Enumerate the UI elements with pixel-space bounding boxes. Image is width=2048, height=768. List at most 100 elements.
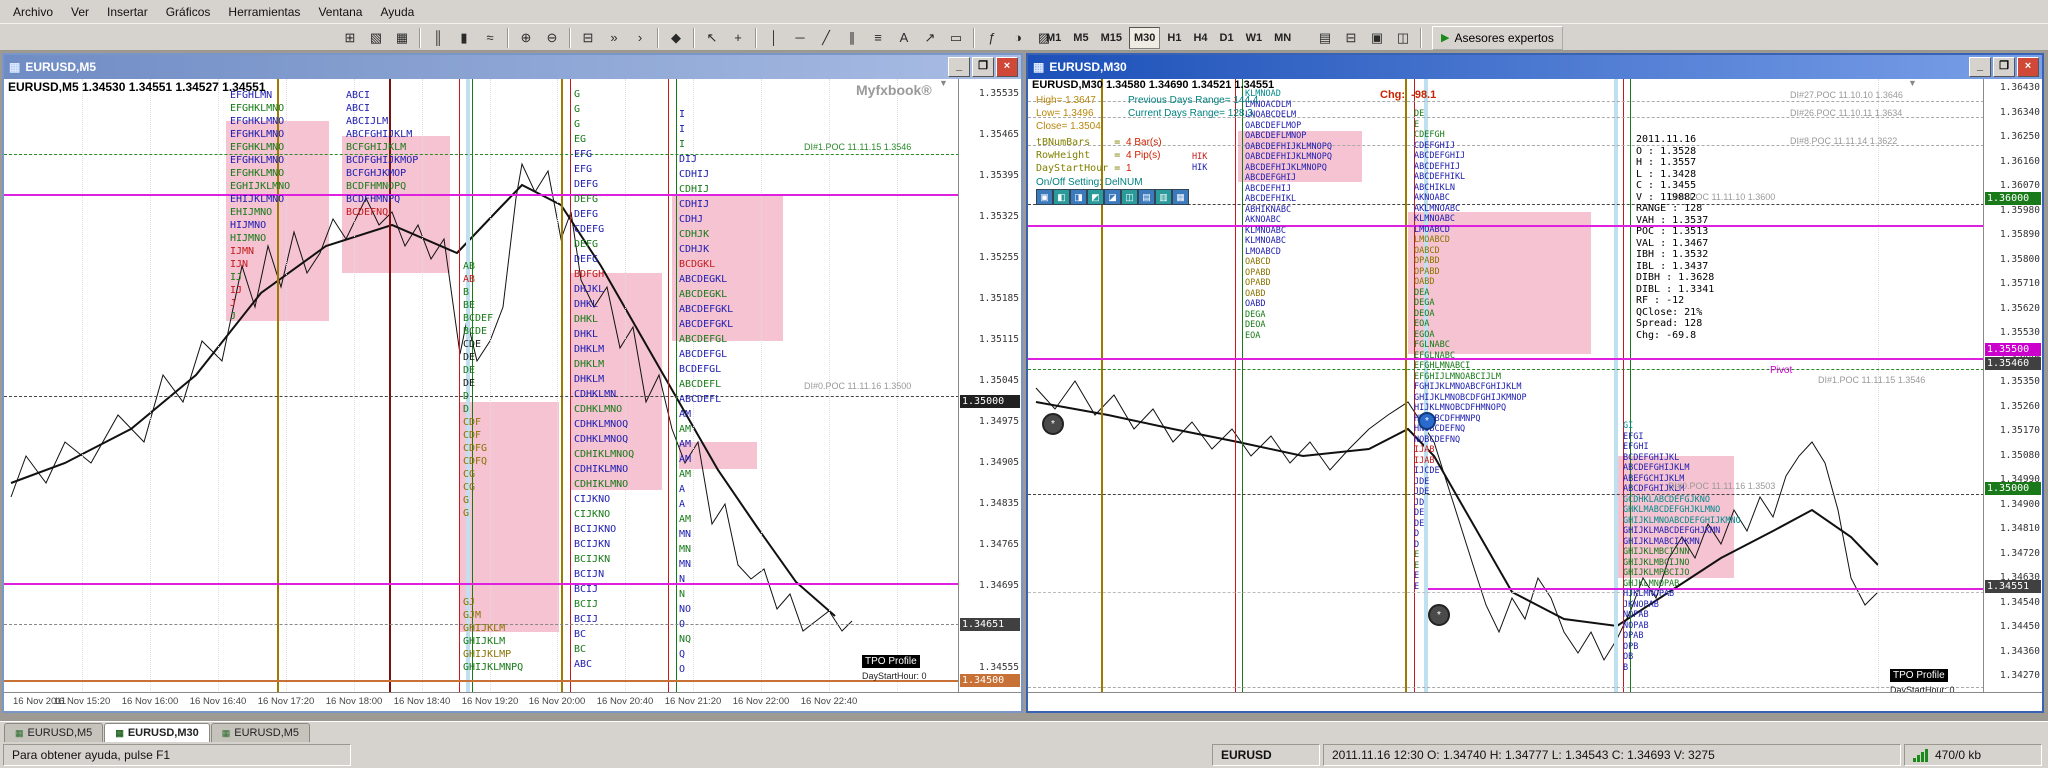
- time-axis[interactable]: 16 Nov 201116 Nov 15:2016 Nov 16:0016 No…: [4, 692, 1021, 711]
- minimize-button[interactable]: _: [1969, 57, 1991, 77]
- timeframe-m30-button[interactable]: M30: [1129, 27, 1160, 49]
- auto-scroll-icon[interactable]: »: [602, 27, 626, 49]
- tpo-row: AM: [679, 455, 691, 465]
- window-titlebar[interactable]: ▦ EURUSD,M30 _ ❒ ×: [1028, 55, 2042, 79]
- setting-daystarthour-value: 1: [1126, 163, 1132, 174]
- data-window-icon[interactable]: ▤: [1313, 27, 1337, 49]
- menu-archivo[interactable]: Archivo: [4, 2, 62, 22]
- menu-grficos[interactable]: Gráficos: [157, 2, 220, 22]
- charts-grid-icon[interactable]: ▦: [390, 27, 414, 49]
- text-tool-icon[interactable]: A: [892, 27, 916, 49]
- line-chart-icon[interactable]: ≈: [478, 27, 502, 49]
- tpo-row: ABCI: [346, 91, 370, 101]
- horizontal-line-tool-icon[interactable]: ─: [788, 27, 812, 49]
- time-axis-label: 16 Nov 15:20: [54, 696, 111, 707]
- periods-icon[interactable]: ◑: [1006, 27, 1030, 49]
- menu-insertar[interactable]: Insertar: [98, 2, 157, 22]
- menu-ver[interactable]: Ver: [62, 2, 98, 22]
- tab-eurusd-m5[interactable]: ▦EURUSD,M5: [4, 723, 103, 742]
- level-hline[interactable]: [1428, 588, 1984, 590]
- tile-windows-icon[interactable]: ⊟: [576, 27, 600, 49]
- crosshair-icon[interactable]: +: [726, 27, 750, 49]
- onoff-toggle-icon[interactable]: ◫: [1121, 189, 1138, 205]
- time-axis[interactable]: [1028, 692, 2042, 711]
- strategy-tester-icon[interactable]: ◫: [1391, 27, 1415, 49]
- profiles-icon[interactable]: ▧: [364, 27, 388, 49]
- level-hline[interactable]: [4, 680, 959, 682]
- chart-plot-area[interactable]: EFGHLMNEFGHKLMNOEFGHKLMNOEFGHKLMNOEFGHKL…: [4, 79, 959, 693]
- level-hline[interactable]: [4, 583, 959, 585]
- minimize-button[interactable]: _: [948, 57, 970, 77]
- level-hline[interactable]: [1028, 358, 1984, 360]
- grid-vline: [625, 79, 626, 693]
- menu-herramientas[interactable]: Herramientas: [219, 2, 309, 22]
- timeframe-m1-button[interactable]: M1: [1041, 27, 1066, 49]
- navigator-icon[interactable]: ⊟: [1339, 27, 1363, 49]
- onoff-toggle-icon[interactable]: ▦: [1172, 189, 1189, 205]
- script-button-icon[interactable]: *: [1042, 413, 1064, 435]
- session-vline[interactable]: [1405, 79, 1407, 693]
- tpo-row: CDEFG: [574, 225, 604, 235]
- terminal-icon[interactable]: ▣: [1365, 27, 1389, 49]
- fibonacci-tool-icon[interactable]: ≡: [866, 27, 890, 49]
- timeframe-h1-button[interactable]: H1: [1162, 27, 1186, 49]
- tpo-row: J: [230, 312, 236, 322]
- zoom-out-icon[interactable]: ⊖: [540, 27, 564, 49]
- channel-tool-icon[interactable]: ∥: [840, 27, 864, 49]
- timeframe-d1-button[interactable]: D1: [1215, 27, 1239, 49]
- script-button-blue-icon[interactable]: *: [1418, 412, 1436, 430]
- restore-button[interactable]: ❒: [972, 57, 994, 77]
- level-hline[interactable]: [4, 194, 959, 196]
- close-button[interactable]: ×: [2017, 57, 2039, 77]
- new-chart-icon[interactable]: ⊞: [338, 27, 362, 49]
- timeframe-h4-button[interactable]: H4: [1188, 27, 1212, 49]
- tpo-row: DE: [463, 379, 475, 389]
- tab-eurusd-m30[interactable]: ▦EURUSD,M30: [104, 723, 209, 742]
- tpo-row: MN: [679, 545, 691, 555]
- timeframe-m15-button[interactable]: M15: [1096, 27, 1127, 49]
- indicators-icon[interactable]: ƒ: [980, 27, 1004, 49]
- price-scale-label: 1.34360: [2000, 646, 2040, 657]
- tpo-row: ABCDEFGKL: [679, 320, 733, 330]
- chart-shift-icon[interactable]: ›: [628, 27, 652, 49]
- chart-window-eurusd-m30[interactable]: ▦ EURUSD,M30 _ ❒ × HIKHIKKLMNOADLMNOACDL…: [1026, 53, 2044, 713]
- new-order-icon[interactable]: ◆: [664, 27, 688, 49]
- onoff-toggle-icon[interactable]: ◩: [1087, 189, 1104, 205]
- price-scale[interactable]: 1.355351.354651.353951.353251.352551.351…: [958, 79, 1021, 693]
- expert-advisors-button[interactable]: ▶Asesores expertos: [1432, 26, 1563, 50]
- onoff-toggle-icon[interactable]: ▣: [1036, 189, 1053, 205]
- tpo-row: E: [1414, 121, 1419, 130]
- vertical-line-tool-icon[interactable]: │: [762, 27, 786, 49]
- menu-ventana[interactable]: Ventana: [309, 2, 371, 22]
- onoff-toggle-icon[interactable]: ▤: [1138, 189, 1155, 205]
- bar-chart-icon[interactable]: ║: [426, 27, 450, 49]
- tpo-row: D: [1414, 530, 1419, 539]
- menu-ayuda[interactable]: Ayuda: [371, 2, 423, 22]
- chart-window-eurusd-m5[interactable]: ▦ EURUSD,M5 _ ❒ × EFGHLMNEFGHKLMNOEFGHKL…: [2, 53, 1023, 713]
- tpo-row: CDFG: [463, 444, 487, 454]
- shapes-tool-icon[interactable]: ▭: [944, 27, 968, 49]
- candlestick-chart-icon[interactable]: ▮: [452, 27, 476, 49]
- script-button-icon[interactable]: *: [1428, 604, 1450, 626]
- onoff-toggle-icon[interactable]: ▥: [1155, 189, 1172, 205]
- chart-plot-area[interactable]: HIKHIKKLMNOADLMNOACDLMLNOABCDELMOABCDEFL…: [1028, 79, 1984, 693]
- trendline-tool-icon[interactable]: ╱: [814, 27, 838, 49]
- timeframe-m5-button[interactable]: M5: [1068, 27, 1093, 49]
- onoff-toggle-icon[interactable]: ◨: [1070, 189, 1087, 205]
- close-button[interactable]: ×: [996, 57, 1018, 77]
- onoff-toggle-icon[interactable]: ◪: [1104, 189, 1121, 205]
- window-titlebar[interactable]: ▦ EURUSD,M5 _ ❒ ×: [4, 55, 1021, 79]
- tpo-row: JKNOPAB: [1623, 601, 1659, 610]
- level-hline[interactable]: [1028, 225, 1984, 227]
- zoom-in-icon[interactable]: ⊕: [514, 27, 538, 49]
- arrow-tool-icon[interactable]: ↗: [918, 27, 942, 49]
- restore-button[interactable]: ❒: [1993, 57, 2015, 77]
- onoff-toggle-icon[interactable]: ◧: [1053, 189, 1070, 205]
- timeframe-mn-button[interactable]: MN: [1269, 27, 1296, 49]
- timeframe-w1-button[interactable]: W1: [1241, 27, 1268, 49]
- tab-eurusd-m5[interactable]: ▦EURUSD,M5: [211, 723, 310, 742]
- price-scale[interactable]: 1.364301.363401.362501.361601.360701.359…: [1983, 79, 2042, 693]
- tpo-row: EOA: [1245, 332, 1260, 341]
- cursor-icon[interactable]: ↖: [700, 27, 724, 49]
- session-vline[interactable]: [561, 79, 563, 693]
